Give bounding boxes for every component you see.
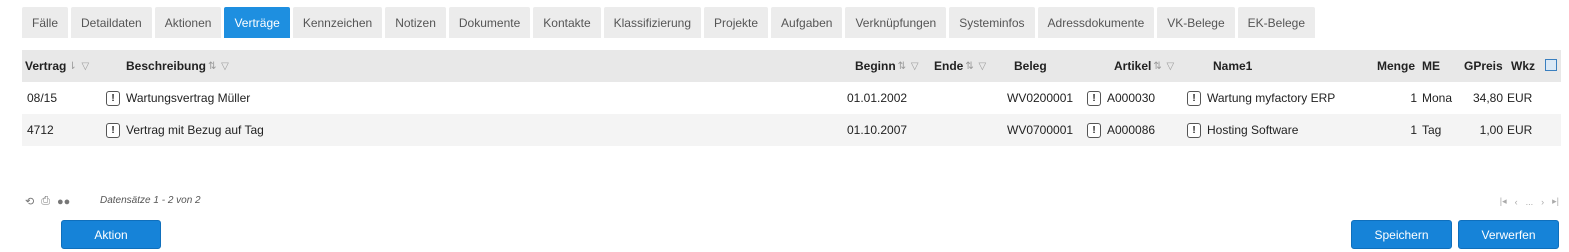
print-icon[interactable]: ⎙ bbox=[41, 195, 50, 208]
cell-vertrag: 4712 bbox=[27, 123, 54, 137]
tab-ek-belege[interactable]: EK-Belege bbox=[1237, 7, 1316, 38]
tab-vertraege[interactable]: Verträge bbox=[224, 7, 290, 38]
footer-toolbar: ⟲ ⎙ ●● bbox=[25, 195, 70, 208]
col-header-artikel[interactable]: Artikel ⇅ ▽ bbox=[1114, 50, 1175, 82]
cell-gpreis: 1,00 bbox=[1479, 123, 1503, 137]
tab-systeminfos[interactable]: Systeminfos bbox=[949, 7, 1035, 38]
tab-adressdokumente[interactable]: Adressdokumente bbox=[1037, 7, 1155, 38]
info-icon[interactable]: ! bbox=[1187, 90, 1201, 106]
col-header-beschreibung[interactable]: Beschreibung ⇅ ▽ bbox=[126, 50, 230, 82]
col-header-beleg[interactable]: Beleg bbox=[1014, 50, 1047, 82]
cell-name1: ! Wartung myfactory ERP bbox=[1187, 82, 1335, 114]
tab-kennzeichen[interactable]: Kennzeichen bbox=[292, 7, 383, 38]
sort-filter-icon[interactable]: ⇅ ▽ bbox=[208, 61, 230, 72]
col-header-menge[interactable]: Menge bbox=[1377, 50, 1415, 82]
prev-page-icon[interactable]: ‹ bbox=[1515, 197, 1518, 207]
cell-me: Tag bbox=[1422, 123, 1442, 137]
tab-detaildaten[interactable]: Detaildaten bbox=[71, 7, 152, 38]
refresh-icon[interactable]: ⟲ bbox=[25, 195, 34, 208]
sort-filter-icon[interactable]: ⇅ ▽ bbox=[1153, 61, 1175, 72]
contracts-grid: Vertrag ⇂ ▽ Beschreibung ⇅ ▽ Beginn ⇅ ▽ … bbox=[22, 50, 1561, 146]
info-icon[interactable]: ! bbox=[106, 90, 120, 106]
cell-artikel: ! A000086 bbox=[1087, 114, 1155, 146]
tab-kontakte[interactable]: Kontakte bbox=[533, 7, 601, 38]
info-icon[interactable]: ! bbox=[1087, 90, 1101, 106]
tab-dokumente[interactable]: Dokumente bbox=[448, 7, 531, 38]
cell-wkz: EUR bbox=[1507, 123, 1533, 137]
cell-beginn: 01.01.2002 bbox=[847, 91, 908, 105]
cell-beschreibung: ! Vertrag mit Bezug auf Tag bbox=[106, 114, 264, 146]
col-header-me[interactable]: ME bbox=[1422, 50, 1440, 82]
cell-beschreibung: ! Wartungsvertrag Müller bbox=[106, 82, 250, 114]
sort-filter-icon[interactable]: ⇂ ▽ bbox=[68, 61, 90, 72]
first-page-icon[interactable]: |◂ bbox=[1500, 196, 1507, 207]
discard-button[interactable]: Verwerfen bbox=[1458, 220, 1559, 249]
column-settings-icon[interactable] bbox=[1545, 59, 1557, 71]
pager-ellipsis: ... bbox=[1525, 196, 1534, 207]
last-page-icon[interactable]: ▸| bbox=[1552, 196, 1559, 207]
cell-beleg: WV0700001 bbox=[1007, 123, 1074, 137]
tab-vk-belege[interactable]: VK-Belege bbox=[1157, 7, 1235, 38]
info-icon[interactable]: ! bbox=[1187, 122, 1201, 138]
cell-menge: 1 bbox=[1410, 123, 1417, 137]
cell-gpreis: 34,80 bbox=[1472, 91, 1503, 105]
sort-filter-icon[interactable]: ⇅ ▽ bbox=[965, 61, 987, 72]
sort-filter-icon[interactable]: ⇅ ▽ bbox=[898, 61, 920, 72]
col-header-wkz[interactable]: Wkz bbox=[1511, 50, 1535, 82]
info-icon[interactable]: ! bbox=[1087, 122, 1101, 138]
col-header-beginn[interactable]: Beginn ⇅ ▽ bbox=[855, 50, 920, 82]
save-button[interactable]: Speichern bbox=[1351, 220, 1452, 249]
pager: |◂ ‹ ... › ▸| bbox=[1500, 196, 1559, 207]
tab-projekte[interactable]: Projekte bbox=[704, 7, 769, 38]
cell-beginn: 01.10.2007 bbox=[847, 123, 908, 137]
col-header-vertrag[interactable]: Vertrag ⇂ ▽ bbox=[25, 50, 90, 82]
tab-aktionen[interactable]: Aktionen bbox=[154, 7, 222, 38]
cell-name1: ! Hosting Software bbox=[1187, 114, 1298, 146]
tab-klassifizierung[interactable]: Klassifizierung bbox=[603, 7, 702, 38]
tab-faelle[interactable]: Fälle bbox=[22, 7, 69, 38]
info-icon[interactable]: ! bbox=[106, 122, 120, 138]
cell-me: Mona bbox=[1422, 91, 1453, 105]
aktion-button[interactable]: Aktion bbox=[61, 220, 161, 249]
cell-vertrag: 08/15 bbox=[27, 91, 58, 105]
tab-notizen[interactable]: Notizen bbox=[385, 7, 446, 38]
table-row[interactable]: 08/15 ! Wartungsvertrag Müller 01.01.200… bbox=[22, 82, 1561, 114]
tab-bar: Fälle Detaildaten Aktionen Verträge Kenn… bbox=[22, 7, 1316, 38]
cell-wkz: EUR bbox=[1507, 91, 1533, 105]
cell-artikel: ! A000030 bbox=[1087, 82, 1155, 114]
col-header-gpreis[interactable]: GPreis bbox=[1464, 50, 1503, 82]
col-header-name1[interactable]: Name1 bbox=[1213, 50, 1252, 82]
tab-aufgaben[interactable]: Aufgaben bbox=[771, 7, 843, 38]
next-page-icon[interactable]: › bbox=[1541, 197, 1544, 207]
col-header-ende[interactable]: Ende ⇅ ▽ bbox=[934, 50, 987, 82]
record-count: Datensätze 1 - 2 von 2 bbox=[100, 195, 201, 206]
table-row[interactable]: 4712 ! Vertrag mit Bezug auf Tag 01.10.2… bbox=[22, 114, 1561, 146]
tab-verknuepfungen[interactable]: Verknüpfungen bbox=[845, 7, 947, 38]
toggle-icon[interactable]: ●● bbox=[57, 196, 70, 208]
grid-header: Vertrag ⇂ ▽ Beschreibung ⇅ ▽ Beginn ⇅ ▽ … bbox=[22, 50, 1561, 82]
cell-menge: 1 bbox=[1410, 91, 1417, 105]
cell-beleg: WV0200001 bbox=[1007, 91, 1074, 105]
